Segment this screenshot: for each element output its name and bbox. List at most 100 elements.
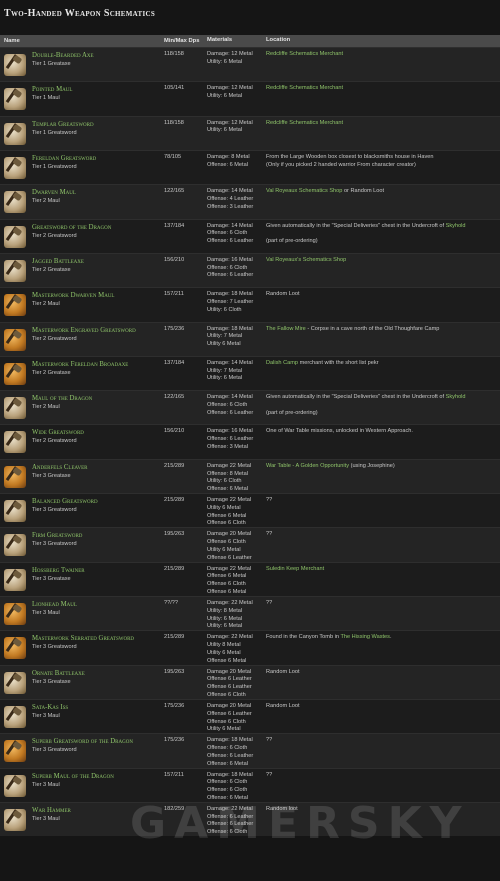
- weapon-tier: Tier 3 Greatsword: [32, 644, 77, 651]
- weapon-name[interactable]: Lionhead Maul: [32, 600, 77, 609]
- materials-cell: Damage 22 Metal Offense 6 Metal Offense 6 …: [205, 563, 264, 596]
- weapon-name[interactable]: Jagged Battleaxe: [32, 257, 84, 266]
- weapon-name[interactable]: Masterwork Fereldan Broadaxe: [32, 360, 128, 369]
- weapon-name[interactable]: Greatsword of the Dragon: [32, 223, 111, 232]
- materials-cell: Damage: 22 Metal Offense: 6 Leather Offens…: [205, 803, 264, 836]
- table-row: Anderfels Cleaver Tier 3 Greataxe 215/289 D…: [0, 458, 500, 494]
- material-line: Damage 20 Metal: [207, 531, 252, 538]
- material-line: Offense: 6 Leather: [207, 813, 254, 820]
- weapon-name[interactable]: Sata-Kas Iss: [32, 703, 68, 712]
- table-header: Name Min/Max Dps Materials Location: [0, 35, 500, 47]
- location-link[interactable]: Skyhold: [446, 394, 466, 400]
- location-link[interactable]: Val Royeaux Schematics Shop: [266, 188, 342, 194]
- materials-cell: Damage: 18 Metal Utility: 7 Metal Utility …: [205, 323, 264, 356]
- weapon-tier: Tier 1 Greataxe: [32, 61, 71, 67]
- material-line: Offense: 6 Leather: [207, 821, 254, 828]
- weapon-tier: Tier 3 Maul: [32, 815, 60, 822]
- weapon-name[interactable]: Double-Bearded Axe: [32, 51, 94, 60]
- dps-cell: 137/184: [164, 222, 185, 229]
- location-link[interactable]: Dalish Camp: [266, 360, 298, 366]
- dps-cell: 175/236: [164, 325, 185, 332]
- location-link[interactable]: Redcliffe Schematics Merchant: [266, 120, 343, 126]
- table-row: Ornate Battleaxe Tier 3 Greataxe 195/263 Da…: [0, 664, 500, 699]
- weapon-tier: Tier 2 Greatsword: [32, 335, 77, 342]
- weapon-schematic-icon: [4, 808, 28, 831]
- dps-cell: 156/210: [164, 428, 185, 435]
- location-link[interactable]: Val Royeaux's Schematics Shop: [266, 257, 346, 263]
- material-line: Offense: 6 Cloth: [207, 829, 248, 836]
- location-link[interactable]: War Table - A Golden Opportunity: [266, 463, 349, 469]
- weapon-tier: Tier 3 Greatsword: [32, 541, 77, 548]
- weapon-name[interactable]: Fereldan Greatsword: [32, 154, 96, 163]
- weapon-name[interactable]: Ornate Battleaxe: [32, 669, 85, 678]
- weapon-tier: Tier 3 Greataxe: [32, 678, 71, 685]
- header-name: Name: [4, 38, 20, 44]
- location-line: Random loot: [266, 806, 496, 814]
- material-line: Offense 6 Cloth: [207, 520, 246, 527]
- material-line: Utility: 6 Cloth: [207, 478, 242, 485]
- material-line: Utility: 6 Metal: [207, 623, 243, 630]
- weapon-name[interactable]: Masterwork Engraved Greatsword: [32, 326, 136, 335]
- location-link[interactable]: Suledin Keep Merchant: [266, 566, 324, 572]
- location-line: Redcliffe Schematics Merchant: [266, 120, 496, 128]
- material-line: Damage: 16 Metal: [207, 256, 253, 263]
- location-text: .: [389, 634, 392, 641]
- weapon-schematic-icon: [4, 705, 28, 728]
- material-line: Offense 6 Leather: [207, 554, 252, 561]
- location-line: The Fallow Mire - Corpse in a cave north…: [266, 326, 496, 334]
- materials-cell: Damage: 12 Metal Utility: 6 Metal: [205, 82, 264, 115]
- weapon-name[interactable]: Maul of the Dragon: [32, 394, 92, 403]
- material-line: Damage: 18 Metal: [207, 771, 253, 778]
- material-line: Damage: 18 Metal: [207, 325, 253, 332]
- materials-cell: Damage: 22 Metal Utility: 8 Metal Utility:…: [205, 597, 264, 630]
- location-link[interactable]: The Hissing Wastes: [340, 634, 390, 640]
- location-line: (part of pre-ordering): [266, 410, 496, 418]
- weapon-schematic-icon: [4, 362, 28, 385]
- material-line: Damage: 18 Metal: [207, 291, 253, 298]
- weapon-tier: Tier 3 Greatsword: [32, 507, 77, 514]
- weapon-schematic-icon: [4, 500, 28, 523]
- location-line: Redcliffe Schematics Merchant: [266, 85, 496, 93]
- name-cell: Balanced Greatsword Tier 3 Greatsword: [0, 494, 160, 527]
- table-row: Superb Greatsword of the Dragon Tier 3 Gr…: [0, 733, 500, 768]
- material-line: Utility: 6 Metal: [207, 615, 243, 622]
- weapon-schematic-icon: [4, 259, 28, 282]
- location-line: ??: [266, 600, 496, 608]
- table-row: Masterwork Serrated Greatsword Tier 3 Gre…: [0, 630, 500, 665]
- weapon-schematic-icon: [4, 191, 28, 214]
- weapon-name[interactable]: Templar Greatsword: [32, 120, 94, 129]
- weapon-name[interactable]: Anderfels Cleaver: [32, 463, 88, 472]
- weapon-name[interactable]: Pointed Maul: [32, 85, 72, 94]
- location-link[interactable]: Skyhold: [446, 223, 466, 229]
- location-cell: Redcliffe Schematics Merchant: [264, 48, 500, 81]
- location-text: ??: [266, 531, 273, 538]
- weapon-name[interactable]: Superb Maul of the Dragon: [32, 772, 114, 781]
- location-line: Random Loot: [266, 291, 496, 299]
- location-link[interactable]: Redcliffe Schematics Merchant: [266, 51, 343, 57]
- name-cell: Maul of the Dragon Tier 2 Maul: [0, 391, 160, 424]
- weapon-schematic-icon: [4, 225, 28, 248]
- dps-cell: 157/211: [164, 771, 184, 778]
- weapon-name[interactable]: Balanced Greatsword: [32, 497, 98, 506]
- header-materials: Materials: [207, 37, 233, 44]
- material-line: Utility 6 Metal: [207, 546, 241, 553]
- weapon-tier: Tier 3 Greataxe: [32, 575, 71, 582]
- location-link[interactable]: The Fallow Mire: [266, 326, 306, 332]
- weapon-name[interactable]: Masterwork Serrated Greatsword: [32, 634, 134, 643]
- weapon-name[interactable]: Masterwork Dwarven Maul: [32, 291, 115, 300]
- location-link[interactable]: Redcliffe Schematics Merchant: [266, 85, 343, 91]
- location-line: From the Large Wooden box closest to bla…: [266, 154, 496, 162]
- weapon-name[interactable]: Superb Greatsword of the Dragon: [32, 737, 133, 746]
- weapon-name[interactable]: Dwarven Maul: [32, 188, 76, 197]
- weapon-name[interactable]: War Hammer: [32, 806, 71, 815]
- weapon-name[interactable]: Wide Greatsword: [32, 428, 84, 437]
- weapon-name[interactable]: Firm Greatsword: [32, 531, 82, 540]
- material-line: Offense 6 Leather: [207, 710, 252, 717]
- weapon-name[interactable]: Hossberg Twainer: [32, 566, 85, 575]
- weapon-schematic-icon: [4, 397, 28, 420]
- location-line: Random Loot: [266, 703, 496, 711]
- location-cell: Dalish Camp merchant with the short list…: [264, 357, 500, 390]
- location-text: (part of pre-ordering): [266, 409, 318, 416]
- location-text: ??: [266, 737, 273, 744]
- name-cell: Anderfels Cleaver Tier 3 Greataxe: [0, 460, 160, 493]
